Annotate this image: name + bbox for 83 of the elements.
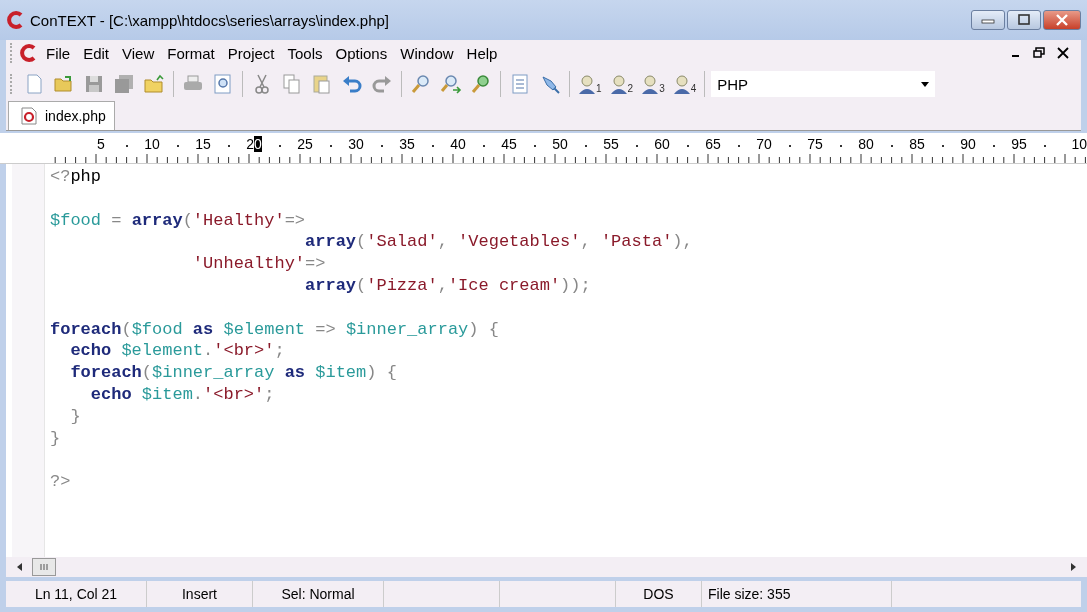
menu-item[interactable]: Format [167,44,215,62]
document-icon[interactable] [509,73,531,95]
ruler-number: 30 [347,136,365,152]
menu-item[interactable]: Options [335,44,388,62]
restore-icon[interactable] [1033,47,1045,59]
menu-item[interactable]: Project [227,44,275,62]
ruler-number: 10 [143,136,161,152]
ruler-number: 10 [1071,136,1087,152]
ruler-number: 50 [551,136,569,152]
folder-icon[interactable] [143,73,165,95]
menu-item[interactable]: View [122,44,155,62]
code-line: array('Salad', 'Vegetables', 'Pasta'), [304,232,693,252]
replace-icon[interactable] [470,73,492,95]
ruler-number: 45 [500,136,518,152]
app-logo-icon [6,11,24,29]
user-button[interactable]: 1 [575,74,605,94]
minimize-icon [981,16,995,24]
undo-icon[interactable] [341,73,363,95]
code-line: } [50,428,61,448]
ruler-number: 55 [602,136,620,152]
code-line: $food = array('Healthy'=> [50,210,306,230]
minimize-button[interactable] [971,10,1005,30]
ruler-number: 85 [908,136,926,152]
ruler-number: 95 [1010,136,1028,152]
save-all-icon[interactable] [113,73,135,95]
close-icon[interactable] [1057,47,1069,59]
window-title: ConTEXT - [C:\xampp\htdocs\series\arrays\index.php] [30,11,390,29]
open-folder-icon[interactable] [53,73,75,95]
maximize-icon [1017,14,1031,26]
ruler-number: 20 [245,136,263,152]
code-line: ?> [50,472,71,492]
print-preview-icon[interactable] [212,73,234,95]
search-icon[interactable] [410,73,432,95]
ruler-number: 40 [449,136,467,152]
code-line: <?php [50,167,101,186]
menu-item[interactable]: Help [466,44,498,62]
ruler-number: 75 [806,136,824,152]
copy-icon[interactable] [281,73,303,95]
code-line: echo $item.'<br>'; [89,384,275,404]
menu-item[interactable]: File [46,44,71,62]
user-button[interactable]: 3 [638,74,668,94]
code-line: foreach($food as $element => $inner_array) { [50,319,499,339]
user-button[interactable]: 2 [606,74,637,94]
highlighter-dropdown[interactable]: PHP [711,71,936,97]
scroll-thumb[interactable] [32,558,56,576]
menu-item[interactable]: Edit [83,44,110,62]
status-text: Ln 11, Col 21 [34,586,118,602]
close-icon [1055,14,1069,26]
redo-icon[interactable] [371,73,393,95]
menu-item[interactable]: Window [400,44,454,62]
code-line: echo $element.'<br>'; [69,341,285,361]
code-line: array('Pizza','Ice cream')); [304,276,591,295]
status-text: File size: 355 [708,586,791,602]
ruler-number: 25 [296,136,314,152]
document-logo-icon[interactable] [19,44,37,62]
close-button[interactable] [1043,10,1081,30]
ruler-number: 70 [755,136,773,152]
scroll-left-icon[interactable] [16,563,24,571]
ruler-number: 5 [96,136,106,152]
ruler-number: 35 [398,136,416,152]
caret-icon [921,81,930,87]
file-icon [21,107,37,125]
file-tab[interactable]: index.php [8,101,115,130]
paste-icon[interactable] [311,73,333,95]
pin-icon[interactable] [539,73,561,95]
ruler-number: 65 [704,136,722,152]
code-line: foreach($inner_array as $item) { [69,363,397,383]
ruler-number: 90 [959,136,977,152]
find-next-icon[interactable] [440,73,462,95]
maximize-button[interactable] [1007,10,1041,30]
ruler-number: 80 [857,136,875,152]
ruler-number: 15 [194,136,212,152]
code-line: 'Unhealthy'=> [191,254,326,274]
status-text: Insert [182,586,217,602]
scroll-right-icon[interactable] [1069,563,1077,571]
menu-item[interactable]: Tools [287,44,323,62]
ruler-number: 60 [653,136,671,152]
code-line: } [69,406,81,426]
status-text: DOS [643,586,674,602]
horizontal-scrollbar[interactable] [6,557,1087,577]
status-text: Sel: Normal [281,586,355,602]
user-button[interactable]: 4 [669,74,700,94]
save-icon[interactable] [83,73,105,95]
